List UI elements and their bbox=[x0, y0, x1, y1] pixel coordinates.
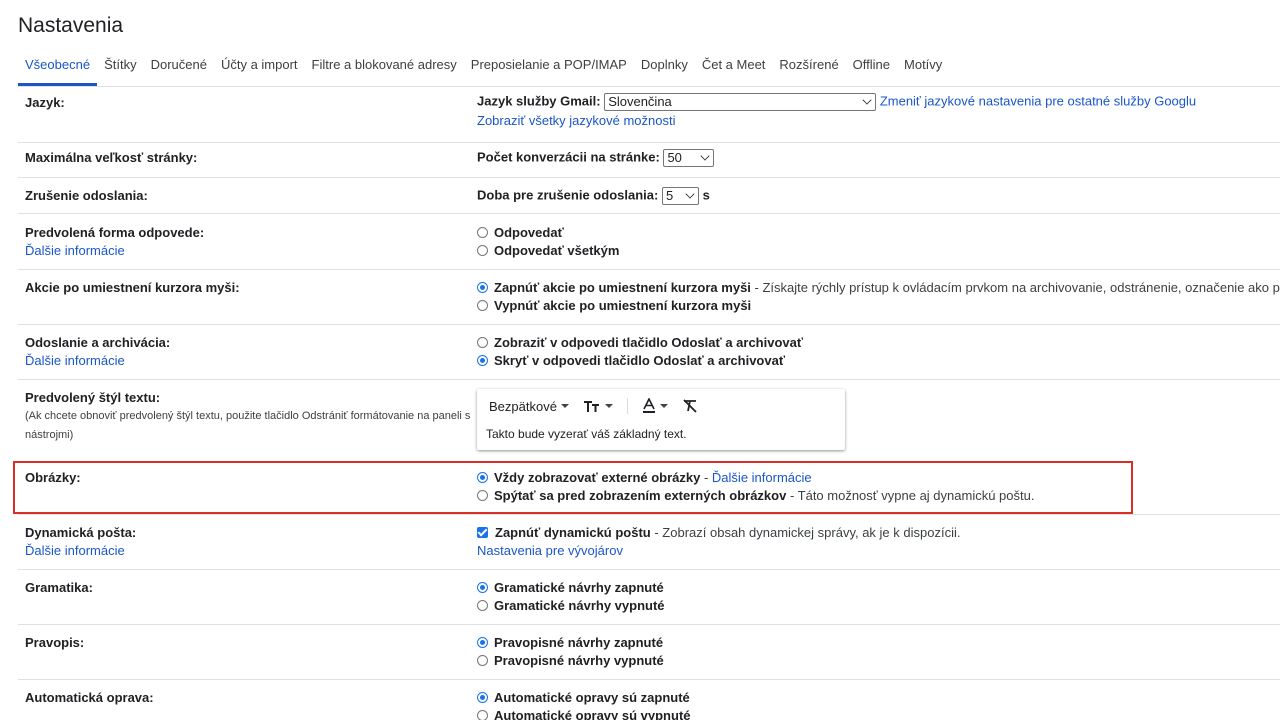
setting-row-page-size: Maximálna veľkosť stránky: Počet konverz… bbox=[18, 143, 1280, 178]
setting-label: Odoslanie a archivácia: bbox=[25, 335, 171, 350]
autocorrect-off-option[interactable]: Automatické opravy sú vypnuté bbox=[477, 708, 691, 720]
setting-row-send-archive: Odoslanie a archivácia: Ďalšie informáci… bbox=[18, 325, 1280, 380]
setting-row-language: Jazyk: Jazyk služby Gmail: Slovenčina Zm… bbox=[18, 87, 1280, 143]
reply-all-option[interactable]: Odpovedať všetkým bbox=[477, 243, 619, 258]
show-send-archive-option[interactable]: Zobraziť v odpovedi tlačidlo Odoslať a a… bbox=[477, 335, 803, 350]
setting-row-reply: Predvolená forma odpovede: Ďalšie inform… bbox=[18, 214, 1280, 270]
setting-label: Obrázky: bbox=[25, 470, 81, 485]
radio-icon[interactable] bbox=[477, 337, 488, 348]
page-title: Nastavenia bbox=[18, 14, 124, 37]
hover-actions-off-option[interactable]: Vypnúť akcie po umiestnení kurzora myši bbox=[477, 298, 751, 313]
setting-row-text-style: Predvolený štýl textu: (Ak chcete obnovi… bbox=[18, 380, 1280, 461]
tab-offline[interactable]: Offline bbox=[846, 50, 897, 86]
font-family-dropdown[interactable]: Bezpätkové bbox=[489, 399, 569, 414]
radio-icon[interactable] bbox=[477, 490, 488, 501]
always-show-images-option[interactable]: Vždy zobrazovať externé obrázky - Ďalšie… bbox=[477, 470, 812, 485]
all-language-options-link[interactable]: Zobraziť všetky jazykové možnosti bbox=[477, 113, 676, 128]
font-size-button[interactable] bbox=[583, 399, 613, 413]
setting-row-images: Obrázky: Vždy zobrazovať externé obrázky… bbox=[18, 461, 1280, 515]
radio-icon[interactable] bbox=[477, 245, 488, 256]
reply-option[interactable]: Odpovedať bbox=[477, 225, 564, 240]
setting-label: Automatická oprava: bbox=[25, 690, 154, 705]
radio-icon[interactable] bbox=[477, 300, 488, 311]
radio-icon[interactable] bbox=[477, 582, 488, 593]
tab-preposielanie[interactable]: Preposielanie a POP/IMAP bbox=[464, 50, 634, 86]
radio-icon[interactable] bbox=[477, 692, 488, 703]
setting-row-dynamic-mail: Dynamická pošta: Ďalšie informácie Zapnú… bbox=[18, 515, 1280, 570]
learn-more-link[interactable]: Ďalšie informácie bbox=[712, 470, 812, 485]
radio-icon[interactable] bbox=[477, 472, 488, 483]
page-size-field-label: Počet konverzácii na stránke: bbox=[477, 149, 660, 165]
tab-filtre[interactable]: Filtre a blokované adresy bbox=[305, 50, 464, 86]
text-size-icon bbox=[583, 401, 599, 412]
toolbar-separator bbox=[626, 398, 628, 414]
caret-down-icon bbox=[560, 404, 569, 408]
chevron-down-icon bbox=[700, 151, 710, 161]
learn-more-link[interactable]: Ďalšie informácie bbox=[25, 353, 125, 368]
ask-before-images-option[interactable]: Spýtať sa pred zobrazením externých obrá… bbox=[477, 488, 1034, 503]
tab-rozsirene[interactable]: Rozšírené bbox=[772, 50, 845, 86]
change-language-link[interactable]: Zmeniť jazykové nastavenia pre ostatné s… bbox=[880, 93, 1196, 108]
radio-icon[interactable] bbox=[477, 227, 488, 238]
settings-tabs: Všeobecné Štítky Doručené Účty a import … bbox=[18, 50, 949, 86]
tab-cet-a-meet[interactable]: Čet a Meet bbox=[695, 50, 773, 86]
setting-row-spelling: Pravopis: Pravopisné návrhy zapnuté Prav… bbox=[18, 625, 1280, 680]
tab-doplnky[interactable]: Doplnky bbox=[634, 50, 695, 86]
text-style-editor: Bezpätkové Takto bude vyzerať váš základ… bbox=[477, 389, 845, 450]
setting-label: Zrušenie odoslania: bbox=[25, 188, 148, 203]
setting-row-hover-actions: Akcie po umiestnení kurzora myši: Zapnúť… bbox=[18, 270, 1280, 325]
grammar-on-option[interactable]: Gramatické návrhy zapnuté bbox=[477, 580, 664, 595]
tab-vseobecne[interactable]: Všeobecné bbox=[18, 50, 98, 86]
developer-settings-link[interactable]: Nastavenia pre vývojárov bbox=[477, 543, 623, 558]
setting-label: Pravopis: bbox=[25, 635, 85, 650]
radio-icon[interactable] bbox=[477, 637, 488, 648]
setting-label: Predvolený štýl textu: bbox=[25, 390, 161, 405]
chevron-down-icon bbox=[862, 95, 872, 105]
hover-actions-on-option[interactable]: Zapnúť akcie po umiestnení kurzora myši … bbox=[477, 280, 1280, 295]
radio-icon[interactable] bbox=[477, 600, 488, 611]
tab-ucty-a-import[interactable]: Účty a import bbox=[214, 50, 305, 86]
undo-send-field-label: Doba pre zrušenie odoslania: bbox=[477, 187, 659, 203]
undo-send-select[interactable]: 5 bbox=[661, 187, 699, 205]
chevron-down-icon bbox=[685, 189, 695, 199]
editor-toolbar: Bezpätkové bbox=[489, 398, 712, 414]
setting-label: Maximálna veľkosť stránky: bbox=[25, 150, 198, 165]
setting-row-undo-send: Zrušenie odoslania: Doba pre zrušenie od… bbox=[18, 178, 1280, 214]
learn-more-link[interactable]: Ďalšie informácie bbox=[25, 243, 125, 258]
tab-stitky[interactable]: Štítky bbox=[97, 50, 144, 86]
text-style-preview[interactable]: Takto bude vyzerať váš základný text. bbox=[486, 427, 687, 441]
radio-icon[interactable] bbox=[477, 655, 488, 666]
caret-down-icon bbox=[659, 404, 668, 408]
text-color-button[interactable] bbox=[642, 398, 668, 414]
tab-motivy[interactable]: Motívy bbox=[897, 50, 949, 86]
dynamic-mail-checkbox[interactable]: Zapnúť dynamickú poštu - Zobrazí obsah d… bbox=[477, 525, 960, 540]
radio-icon[interactable] bbox=[477, 710, 488, 720]
setting-label: Gramatika: bbox=[25, 580, 93, 595]
radio-icon[interactable] bbox=[477, 282, 488, 293]
language-select[interactable]: Slovenčina bbox=[604, 93, 877, 111]
remove-formatting-button[interactable] bbox=[682, 399, 698, 413]
remove-formatting-icon bbox=[683, 399, 697, 413]
tab-dorucene[interactable]: Doručené bbox=[144, 50, 214, 86]
caret-down-icon bbox=[604, 404, 613, 408]
setting-label: Jazyk: bbox=[25, 95, 65, 110]
radio-icon[interactable] bbox=[477, 355, 488, 366]
text-color-icon bbox=[642, 398, 655, 413]
setting-row-grammar: Gramatika: Gramatické návrhy zapnuté Gra… bbox=[18, 570, 1280, 625]
spelling-on-option[interactable]: Pravopisné návrhy zapnuté bbox=[477, 635, 663, 650]
setting-row-autocorrect: Automatická oprava: Automatické opravy s… bbox=[18, 680, 1280, 720]
language-field-label: Jazyk služby Gmail: bbox=[477, 93, 601, 109]
checkbox-icon[interactable] bbox=[477, 527, 488, 538]
setting-label: Dynamická pošta: bbox=[25, 525, 137, 540]
setting-label: Predvolená forma odpovede: bbox=[25, 225, 205, 240]
autocorrect-on-option[interactable]: Automatické opravy sú zapnuté bbox=[477, 690, 690, 705]
undo-send-unit: s bbox=[702, 187, 710, 203]
text-style-note: (Ak chcete obnoviť predvolený štýl textu… bbox=[25, 410, 471, 441]
page-size-select[interactable]: 50 bbox=[663, 149, 715, 167]
grammar-off-option[interactable]: Gramatické návrhy vypnuté bbox=[477, 598, 665, 613]
spelling-off-option[interactable]: Pravopisné návrhy vypnuté bbox=[477, 653, 664, 668]
learn-more-link[interactable]: Ďalšie informácie bbox=[25, 543, 125, 558]
hide-send-archive-option[interactable]: Skryť v odpovedi tlačidlo Odoslať a arch… bbox=[477, 353, 785, 368]
setting-label: Akcie po umiestnení kurzora myši: bbox=[25, 280, 240, 295]
